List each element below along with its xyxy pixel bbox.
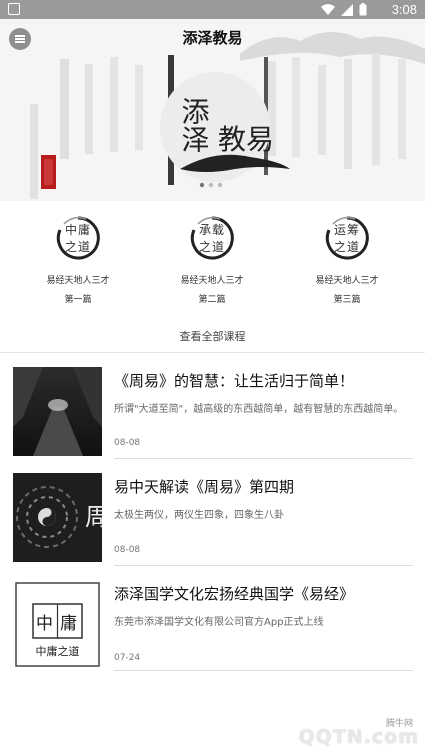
view-all-courses-link[interactable]: 查看全部课程 xyxy=(0,328,425,344)
course-item-3[interactable]: 运筹 之道 易经天地人三才 第三篇 xyxy=(277,216,417,305)
hero-banner[interactable]: 添泽 教易 添泽教易 xyxy=(0,19,425,201)
course-grid: 中庸 之道 易经天地人三才 第一篇 承载 之道 易经天地人三才 第二篇 运筹 之道 易… xyxy=(0,201,425,351)
article-title: 添泽国学文化宏扬经典国学《易经》 xyxy=(114,585,355,603)
article-description: 太极生两仪，两仪生四象，四象生八卦 xyxy=(114,510,284,521)
course-title: 易经天地人三才 xyxy=(180,276,244,286)
course-item-2[interactable]: 承载 之道 易经天地人三才 第二篇 xyxy=(142,216,282,305)
svg-text:教易: 教易 xyxy=(218,123,274,156)
course-subtitle: 第三篇 xyxy=(333,295,361,305)
article-item-2[interactable]: 周 易中天解读《周易》第四期 太极生两仪，两仪生四象，四象生八卦 08-08 xyxy=(0,460,425,566)
article-item-1[interactable]: 《周易》的智慧：让生活归于简单！ 所谓"大道至简"，越高级的东西越简单，越有智慧… xyxy=(0,354,425,460)
article-date: 08-08 xyxy=(114,545,141,555)
notification-icon xyxy=(8,3,20,15)
thumbnail-glyph: 周 xyxy=(85,503,102,531)
watermark-logo: 腾牛网 QQTN.com xyxy=(298,719,419,748)
article-date: 07-24 xyxy=(114,653,141,663)
article-thumbnail: 周 xyxy=(13,473,102,562)
article-title: 《周易》的智慧：让生活归于简单！ xyxy=(114,372,355,390)
course-badge: 中庸 之道 xyxy=(56,216,100,260)
thumbnail-glyph: 庸 xyxy=(60,614,77,634)
status-time: 3:08 xyxy=(391,2,417,17)
article-date: 08-08 xyxy=(114,438,141,448)
course-title: 易经天地人三才 xyxy=(315,276,379,286)
battery-icon xyxy=(359,3,367,16)
thumbnail-caption: 中庸之道 xyxy=(36,644,80,658)
course-subtitle: 第二篇 xyxy=(198,295,226,305)
article-thumbnail xyxy=(13,367,102,456)
status-bar: 3:08 xyxy=(0,0,425,19)
article-thumbnail: 中 庸 中庸之道 xyxy=(13,580,102,669)
signal-icon xyxy=(341,3,353,16)
course-subtitle: 第一篇 xyxy=(64,295,92,305)
course-badge: 承载 之道 xyxy=(190,216,234,260)
page-title: 添泽教易 xyxy=(182,29,243,47)
course-badge: 运筹 之道 xyxy=(325,216,369,260)
article-description: 东莞市添泽国学文化有限公司官方App正式上线 xyxy=(114,617,324,628)
thumbnail-glyph: 中 xyxy=(36,614,53,634)
course-title: 易经天地人三才 xyxy=(46,276,110,286)
article-item-3[interactable]: 中 庸 中庸之道 添泽国学文化宏扬经典国学《易经》 东莞市添泽国学文化有限公司官… xyxy=(0,567,425,673)
article-title: 易中天解读《周易》第四期 xyxy=(114,478,295,496)
section-divider xyxy=(0,352,425,353)
hero-calligraphy: 添泽 xyxy=(178,97,211,153)
course-item-1[interactable]: 中庸 之道 易经天地人三才 第一篇 xyxy=(8,216,148,305)
article-description: 所谓"大道至简"，越高级的东西越简单，越有智慧的东西越简单。 xyxy=(114,404,404,415)
status-icons xyxy=(321,3,367,16)
wifi-icon xyxy=(321,3,335,15)
